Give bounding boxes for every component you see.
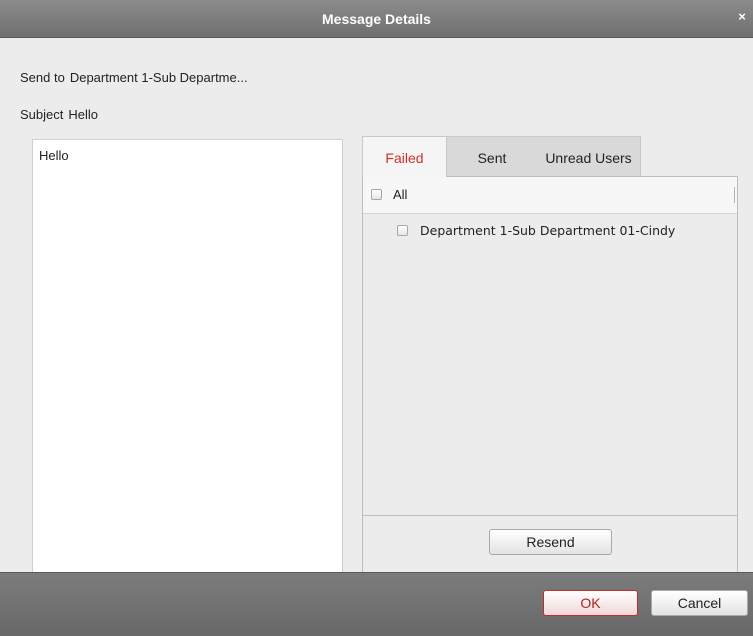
recipient-list: All Department 1-Sub Department 01-Cindy xyxy=(362,176,738,580)
list-header: All xyxy=(363,177,737,214)
dialog-title: Message Details xyxy=(322,11,431,27)
send-to-row: Send to Department 1-Sub Departme... xyxy=(20,68,248,88)
select-all-label: All xyxy=(393,187,408,202)
tab-sent[interactable]: Sent xyxy=(447,136,537,176)
close-icon[interactable]: × xyxy=(735,9,749,25)
recipient-checkbox[interactable] xyxy=(397,225,408,236)
cancel-button[interactable]: Cancel xyxy=(651,590,748,616)
tab-unread-users[interactable]: Unread Users xyxy=(537,136,641,176)
subject-value: Hello xyxy=(68,107,98,122)
title-bar: Message Details × xyxy=(0,0,753,38)
list-divider xyxy=(363,515,737,516)
recipient-tabs: Failed Sent Unread Users xyxy=(362,136,738,177)
subject-row: Subject Hello xyxy=(20,105,98,125)
ok-button[interactable]: OK xyxy=(543,590,638,616)
recipient-label: Department 1-Sub Department 01-Cindy xyxy=(420,223,676,238)
footer-bar xyxy=(0,572,753,636)
column-divider xyxy=(734,187,735,203)
tab-bar: Failed Sent Unread Users xyxy=(362,136,738,177)
select-all-checkbox[interactable] xyxy=(371,189,382,200)
message-text: Hello xyxy=(39,148,69,163)
tab-failed[interactable]: Failed xyxy=(362,136,447,177)
message-body[interactable]: Hello xyxy=(32,139,343,626)
resend-button[interactable]: Resend xyxy=(489,529,612,555)
send-to-value: Department 1-Sub Departme... xyxy=(69,70,248,85)
subject-label: Subject xyxy=(20,107,64,122)
send-to-label: Send to xyxy=(20,70,65,85)
